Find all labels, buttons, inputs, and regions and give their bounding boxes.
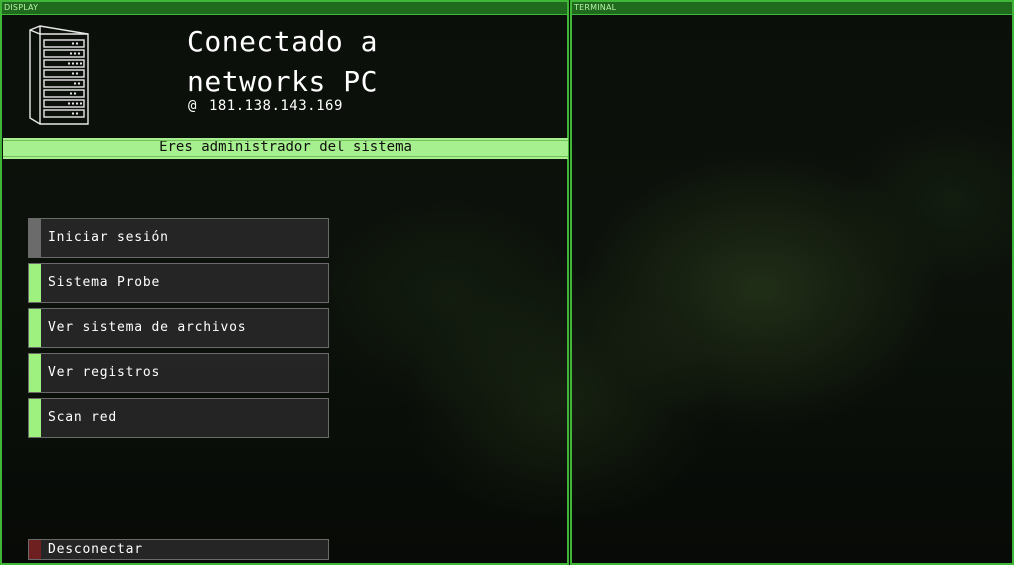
display-panel: DISPLAY Conectado a networks PC @ 181.13… (0, 0, 569, 565)
login-button[interactable]: Iniciar sesión (28, 218, 329, 258)
login-button-accent (29, 219, 41, 257)
probe-system-button[interactable]: Sistema Probe (28, 263, 329, 303)
display-panel-header: DISPLAY (2, 2, 567, 15)
terminal-panel-header: TERMINAL (572, 2, 1012, 15)
admin-status-banner: Eres administrador del sistema (3, 138, 568, 159)
connection-title-line1: Conectado a (187, 25, 378, 58)
ip-address: 181.138.143.169 (208, 98, 343, 114)
view-logs-button-accent (29, 354, 41, 392)
connection-title: Conectado a networks PC (187, 22, 557, 102)
probe-system-button-accent (29, 264, 41, 302)
view-filesystem-button-accent (29, 309, 41, 347)
disconnect-button[interactable]: Desconectar (28, 539, 329, 560)
scan-network-button-label: Scan red (48, 410, 118, 425)
view-filesystem-button-label: Ver sistema de archivos (48, 320, 247, 335)
scan-network-button[interactable]: Scan red (28, 398, 329, 438)
probe-system-button-label: Sistema Probe (48, 275, 161, 290)
view-filesystem-button[interactable]: Ver sistema de archivos (28, 308, 329, 348)
view-logs-button-label: Ver registros (48, 365, 161, 380)
server-rack-icon (29, 25, 89, 125)
ip-address-line: @181.138.143.169 (188, 98, 343, 114)
hacknet-screen: DISPLAY Conectado a networks PC @ 181.13… (0, 0, 1014, 565)
disconnect-button-label: Desconectar (48, 542, 143, 557)
ip-prefix: @ (188, 98, 197, 114)
view-logs-button[interactable]: Ver registros (28, 353, 329, 393)
terminal-panel[interactable]: TERMINAL (570, 0, 1014, 565)
login-button-label: Iniciar sesión (48, 230, 169, 245)
scan-network-button-accent (29, 399, 41, 437)
disconnect-button-accent (29, 540, 41, 559)
connection-title-line2: networks PC (187, 65, 378, 98)
